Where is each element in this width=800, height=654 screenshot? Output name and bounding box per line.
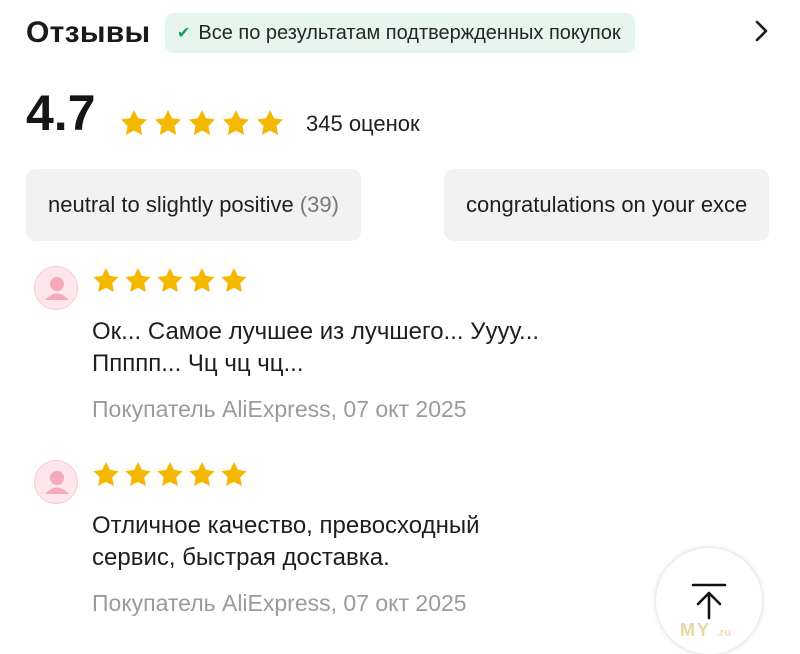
star-icon bbox=[121, 110, 147, 135]
star-icon bbox=[155, 110, 181, 135]
average-rating: 4.7 bbox=[26, 85, 96, 141]
topic-chip-count: (39) bbox=[299, 192, 339, 217]
topic-chip[interactable]: congratulations on your exce bbox=[444, 169, 770, 241]
check-icon: ✔ bbox=[177, 25, 191, 42]
verified-purchases-label: Все по результатам подтвержденных покупо… bbox=[198, 21, 621, 44]
chevron-right-icon[interactable] bbox=[750, 14, 774, 48]
reviews-header: Отзывы ✔ Все по результатам подтвержденн… bbox=[26, 12, 800, 56]
summary-stars bbox=[118, 108, 286, 138]
review-text: Ок... Самое лучшее из лучшего... Уууу...… bbox=[92, 316, 612, 380]
reviews-title: Отзывы bbox=[26, 16, 151, 49]
review-item: Ок... Самое лучшее из лучшего... Уууу...… bbox=[34, 266, 800, 426]
review-text-line: Ок... Самое лучшее из лучшего... Уууу... bbox=[92, 318, 540, 345]
arrow-up-to-top-icon bbox=[691, 583, 727, 620]
review-stars bbox=[91, 266, 249, 295]
rating-summary: 4.7 345 оценок bbox=[26, 84, 800, 144]
user-avatar-icon bbox=[34, 460, 78, 504]
review-author-date: Покупатель AliExpress, 07 окт 2025 bbox=[92, 590, 467, 616]
star-icon bbox=[189, 267, 215, 292]
star-icon bbox=[221, 267, 247, 292]
topic-chip-label: congratulations on your exce bbox=[466, 192, 748, 217]
star-icon bbox=[189, 110, 215, 135]
star-icon bbox=[125, 267, 151, 292]
ratings-count: 345 оценок bbox=[306, 111, 420, 136]
star-icon bbox=[93, 461, 119, 486]
review-topic-chips: neutral to slightly positive (39) congra… bbox=[26, 169, 800, 241]
review-text: Отличное качество, превосходный сервис, … bbox=[92, 510, 612, 574]
review-text-line: Ппппп... Чц чц чц... bbox=[92, 350, 304, 377]
topic-chip[interactable]: neutral to slightly positive (39) bbox=[26, 169, 361, 241]
watermark-suffix: .ru bbox=[717, 627, 732, 639]
topic-chip-label: neutral to slightly positive bbox=[48, 192, 294, 217]
star-icon bbox=[157, 267, 183, 292]
site-watermark: MY .ru bbox=[680, 620, 731, 641]
star-icon bbox=[223, 110, 249, 135]
star-icon bbox=[125, 461, 151, 486]
review-author-date: Покупатель AliExpress, 07 окт 2025 bbox=[92, 396, 467, 422]
star-icon bbox=[257, 110, 283, 135]
star-icon bbox=[189, 461, 215, 486]
user-avatar-icon bbox=[34, 266, 78, 310]
star-icon bbox=[157, 461, 183, 486]
star-icon bbox=[93, 267, 119, 292]
verified-purchases-badge: ✔ Все по результатам подтвержденных поку… bbox=[165, 13, 635, 53]
watermark-text: MY bbox=[680, 620, 711, 640]
review-text-line: Отличное качество, превосходный bbox=[92, 512, 480, 539]
review-stars bbox=[91, 460, 249, 489]
star-icon bbox=[221, 461, 247, 486]
review-text-line: сервис, быстрая доставка. bbox=[92, 544, 390, 571]
